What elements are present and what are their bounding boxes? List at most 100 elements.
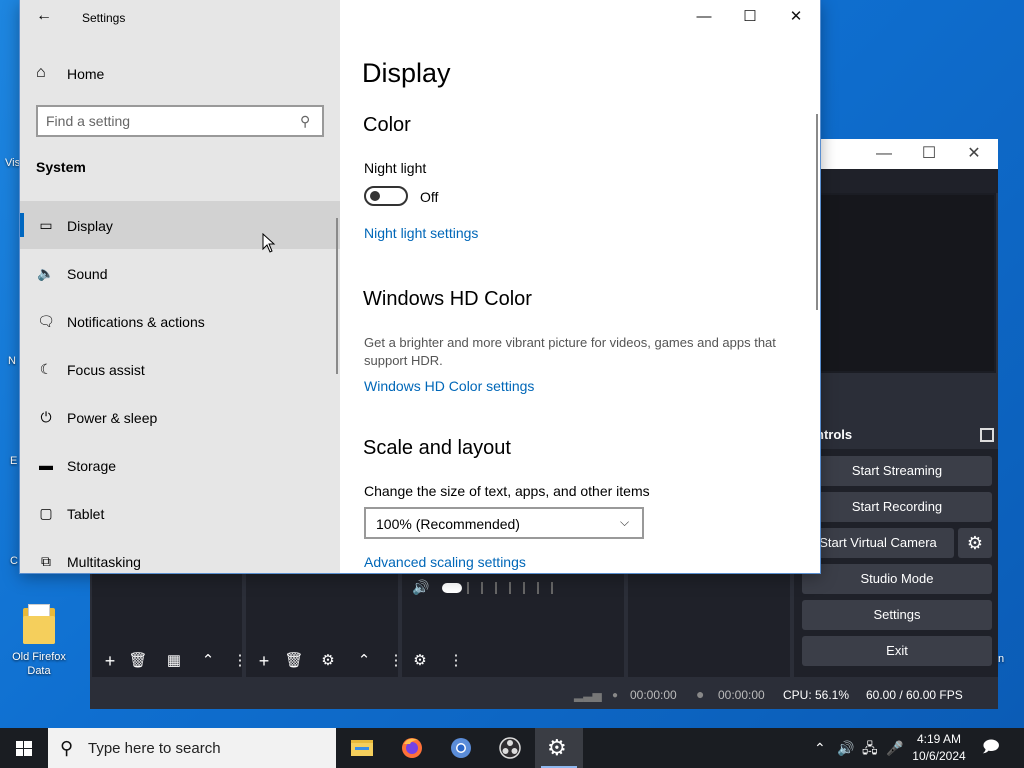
clock-time: 4:19 AM — [916, 732, 962, 746]
controls-header: ntrols — [794, 421, 998, 449]
advanced-audio-gear-icon[interactable]: ⚙ — [408, 649, 432, 673]
maximize-icon[interactable]: ☐ — [728, 4, 772, 30]
window-title: Settings — [82, 11, 126, 25]
sidebar-item-focus-assist[interactable]: ☾ Focus assist — [20, 345, 340, 393]
obs-settings-button[interactable]: Settings — [802, 600, 992, 630]
minimize-icon[interactable]: — — [682, 4, 726, 30]
chromium-taskbar-button[interactable] — [437, 728, 485, 768]
start-recording-button[interactable]: Start Recording — [802, 492, 992, 522]
stream-dot-icon: ● — [612, 690, 619, 701]
settings-taskbar-button[interactable]: ⚙ — [535, 728, 583, 768]
speaker-icon[interactable]: 🔊 — [412, 579, 429, 596]
desktop-icon-fragment[interactable]: E — [10, 455, 17, 467]
studio-mode-button[interactable]: Studio Mode — [802, 564, 992, 594]
speaker-icon: 🔈 — [37, 265, 55, 281]
start-streaming-button[interactable]: Start Streaming — [802, 456, 992, 486]
move-up-icon[interactable]: ⌃ — [352, 649, 376, 673]
firefox-taskbar-button[interactable] — [388, 728, 436, 768]
maximize-icon[interactable]: ☐ — [917, 144, 941, 164]
action-center-icon[interactable]: 🗩 — [982, 728, 1004, 768]
volume-ticks — [467, 582, 553, 594]
night-light-settings-link[interactable]: Night light settings — [364, 225, 478, 241]
section-header: System — [36, 159, 86, 175]
taskbar-search[interactable]: ⚲ Type here to search — [48, 728, 336, 768]
sidebar-item-sound[interactable]: 🔈 Sound — [20, 249, 340, 297]
desktop-icon-label: Old Firefox Data — [12, 651, 66, 677]
sidebar-item-notifications[interactable]: 🗨 Notifications & actions — [20, 297, 340, 345]
add-scene-icon[interactable]: + — [98, 649, 122, 673]
obs-status-bar: ▂▃▅ ● 00:00:00 ● 00:00:00 CPU: 56.1% 60.… — [90, 681, 998, 709]
cpu-usage: CPU: 56.1% — [783, 688, 850, 702]
scale-dropdown[interactable]: 100% (Recommended) ⌵ — [364, 507, 644, 539]
multitasking-icon: ⧉ — [41, 553, 51, 569]
obs-icon — [499, 737, 521, 759]
toggle-knob — [370, 191, 380, 201]
source-properties-gear-icon[interactable]: ⚙ — [316, 649, 340, 673]
remove-source-icon[interactable]: 🗑 — [282, 649, 306, 673]
sidebar-scrollbar[interactable] — [336, 218, 338, 374]
start-button[interactable] — [0, 728, 48, 768]
search-icon[interactable]: ⚲ — [300, 113, 316, 129]
virtual-camera-settings-gear-icon[interactable]: ⚙ — [958, 528, 992, 558]
scale-label: Change the size of text, apps, and other… — [364, 483, 650, 499]
folder-icon — [23, 604, 55, 644]
sidebar-item-storage[interactable]: ▬ Storage — [20, 441, 340, 489]
desktop-icon-old-firefox-data[interactable]: Old Firefox Data — [4, 600, 74, 678]
power-icon: ⏻ — [40, 409, 52, 425]
sidebar-item-display[interactable]: ▭ Display — [20, 201, 340, 249]
obs-taskbar-button[interactable] — [486, 728, 534, 768]
record-dot-icon: ● — [696, 686, 705, 702]
find-setting-input[interactable] — [46, 112, 286, 130]
sidebar-item-tablet[interactable]: ▢ Tablet — [20, 489, 340, 537]
exit-button[interactable]: Exit — [802, 636, 992, 666]
network-icon[interactable]: 🖧 — [862, 728, 880, 768]
start-virtual-camera-button[interactable]: Start Virtual Camera — [802, 528, 954, 558]
file-explorer-taskbar-button[interactable] — [338, 728, 386, 768]
clock-date: 10/6/2024 — [912, 749, 966, 763]
back-arrow-icon[interactable]: ← — [34, 6, 54, 26]
volume-icon[interactable]: 🔊 — [837, 728, 855, 768]
settings-sidebar: ← Settings ⌂ Home ⚲ System ▭ Display 🔈 S… — [20, 0, 340, 573]
storage-icon: ▬ — [39, 457, 53, 473]
desktop-icon-fragment[interactable]: Vis — [5, 157, 20, 169]
sidebar-item-label: Power & sleep — [67, 410, 158, 426]
sidebar-item-label: Storage — [67, 458, 117, 474]
add-source-icon[interactable]: + — [252, 649, 276, 673]
minimize-icon[interactable]: — — [872, 144, 896, 164]
night-light-toggle[interactable] — [364, 186, 408, 206]
tablet-icon: ▢ — [39, 505, 53, 521]
file-explorer-icon — [351, 740, 373, 756]
taskbar-search-placeholder: Type here to search — [88, 740, 221, 757]
chevron-up-icon[interactable]: ⌃ — [814, 728, 832, 768]
scene-filters-icon[interactable]: ▦ — [162, 649, 186, 673]
scenes-toolbar: + 🗑 ▦ ⌃ ⋮ — [92, 647, 248, 677]
more-icon[interactable]: ⋮ — [444, 649, 468, 673]
desktop-icon-fragment[interactable]: N — [8, 355, 16, 367]
volume-slider-handle[interactable] — [442, 583, 462, 593]
move-up-icon[interactable]: ⌃ — [196, 649, 220, 673]
remove-scene-icon[interactable]: 🗑 — [126, 649, 150, 673]
undock-icon[interactable] — [980, 428, 994, 442]
sidebar-item-home[interactable]: ⌂ Home — [36, 62, 326, 86]
volume-meter[interactable]: 🔊 — [404, 577, 624, 601]
settings-content: — ☐ ✕ Display Color Night light Off Nigh… — [340, 0, 820, 573]
taskbar-clock[interactable]: 4:19 AM 10/6/2024 — [900, 731, 978, 765]
close-icon[interactable]: ✕ — [774, 4, 818, 30]
controls-title: ntrols — [816, 427, 853, 442]
find-setting-search[interactable]: ⚲ — [36, 105, 324, 137]
firefox-icon — [402, 738, 422, 758]
advanced-scaling-link[interactable]: Advanced scaling settings — [364, 554, 526, 570]
sidebar-item-label: Sound — [67, 266, 108, 282]
content-scrollbar[interactable] — [816, 114, 818, 310]
sidebar-item-multitasking[interactable]: ⧉ Multitasking — [20, 537, 340, 573]
hd-color-description: Get a brighter and more vibrant picture … — [364, 335, 776, 368]
monitor-icon: ▭ — [39, 217, 53, 233]
desktop-icon-fragment[interactable]: C — [10, 555, 18, 567]
mouse-cursor-icon — [262, 233, 276, 253]
desktop-icon-fragment[interactable]: n — [998, 653, 1004, 665]
windows-hd-color-settings-link[interactable]: Windows HD Color settings — [364, 378, 534, 394]
record-time: 00:00:00 — [718, 688, 765, 702]
stream-time: 00:00:00 — [630, 688, 677, 702]
sidebar-item-power-sleep[interactable]: ⏻ Power & sleep — [20, 393, 340, 441]
close-icon[interactable]: ✕ — [962, 144, 986, 164]
